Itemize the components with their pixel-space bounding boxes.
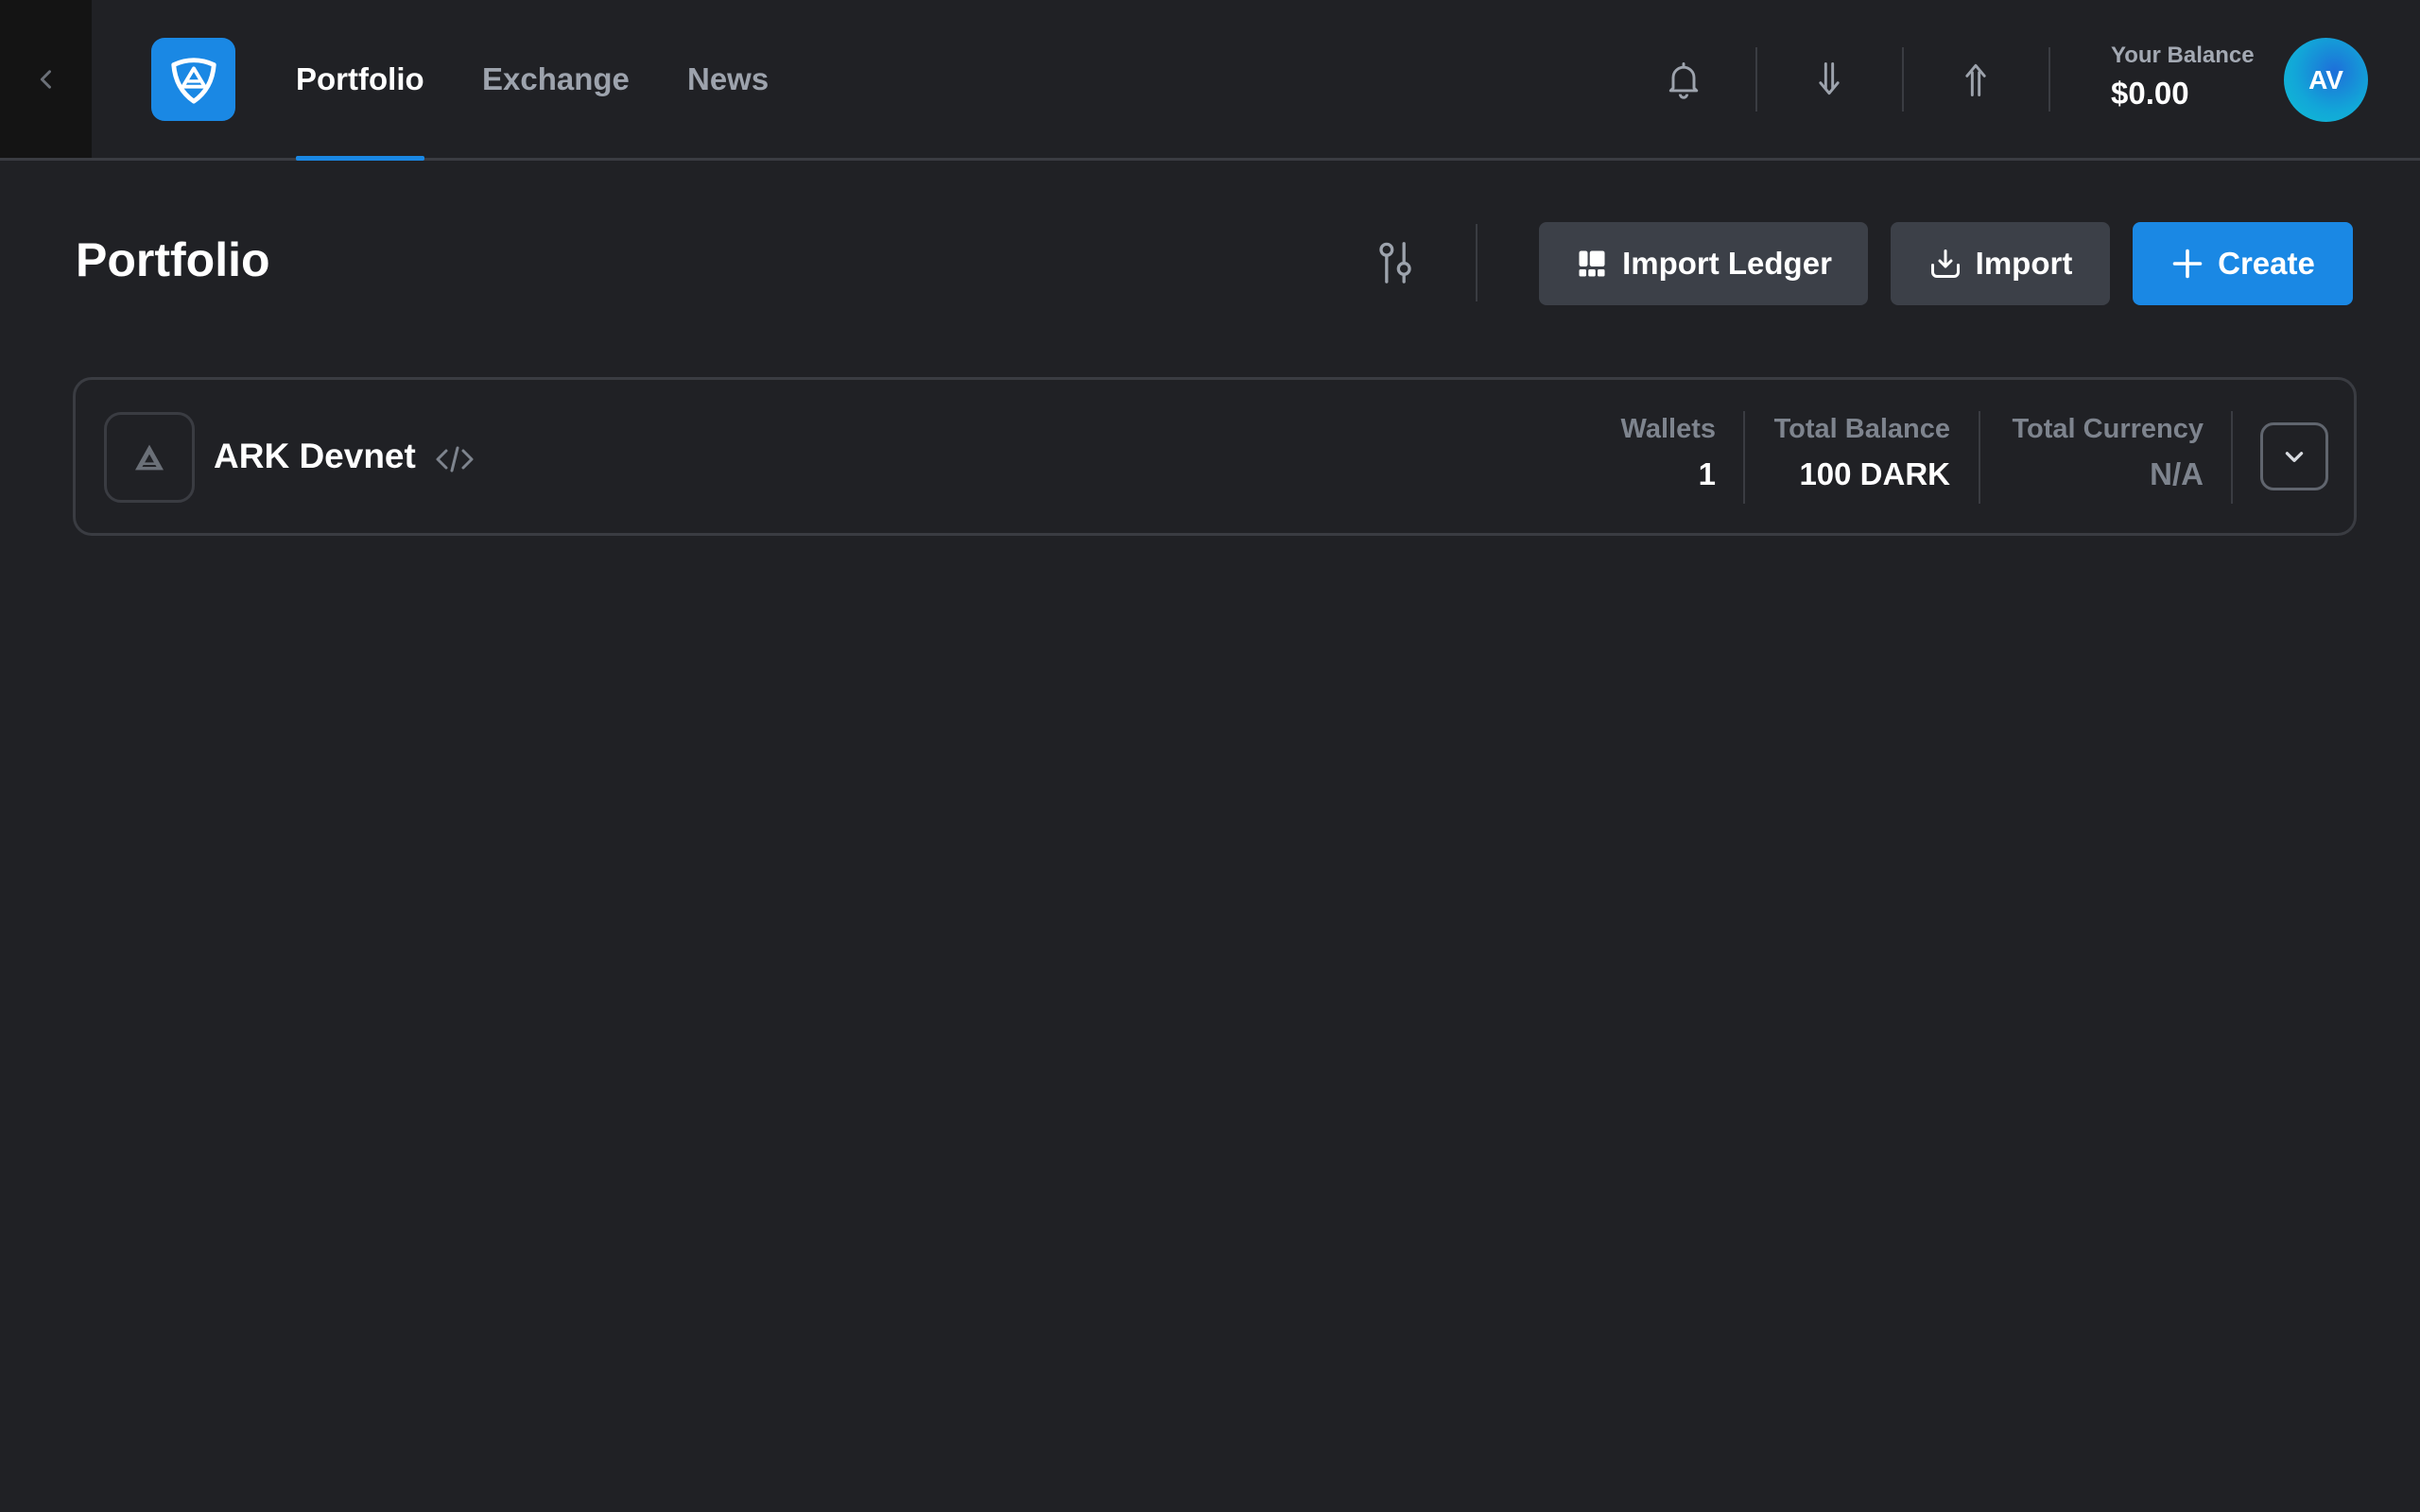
- stat-separator: [2231, 411, 2233, 504]
- stat-total-balance-label: Total Balance: [1773, 414, 1950, 444]
- header-separator: [1476, 224, 1478, 301]
- stat-separator: [1743, 411, 1745, 504]
- app-logo-icon: [170, 58, 216, 104]
- send-arrow-icon: [1965, 63, 1986, 96]
- user-avatar[interactable]: AV: [2284, 38, 2368, 122]
- network-icon-box: [104, 412, 195, 503]
- expand-network-button[interactable]: [2260, 422, 2328, 490]
- tab-exchange[interactable]: Exchange: [482, 0, 630, 158]
- nav-separator: [1755, 47, 1757, 112]
- tab-news[interactable]: News: [687, 0, 769, 158]
- filter-button[interactable]: [1369, 236, 1422, 289]
- avatar-initials: AV: [2308, 64, 2343, 94]
- import-button[interactable]: Import: [1891, 222, 2110, 305]
- stat-total-currency-value: N/A: [2150, 456, 2204, 491]
- stat-separator: [1979, 411, 1980, 504]
- notifications-button[interactable]: [1653, 49, 1714, 110]
- stat-total-currency: Total Currency N/A: [2012, 414, 2204, 492]
- stat-total-currency-label: Total Currency: [2012, 414, 2204, 444]
- import-label: Import: [1975, 246, 2073, 281]
- import-ledger-button[interactable]: Import Ledger: [1539, 222, 1868, 305]
- bell-icon: [1668, 62, 1699, 99]
- network-code-button[interactable]: [433, 438, 476, 480]
- stat-total-balance: Total Balance 100 DARK: [1774, 414, 1950, 492]
- tab-portfolio[interactable]: Portfolio: [296, 0, 424, 161]
- top-navbar: Portfolio Exchange News Your Balance $0.…: [0, 0, 2420, 161]
- page-title: Portfolio: [76, 233, 270, 286]
- ark-logo-icon: [135, 444, 164, 471]
- stat-total-balance-value: 100 DARK: [1799, 456, 1950, 491]
- balance-value: $0.00: [2111, 76, 2189, 111]
- receive-arrow-icon: [1819, 62, 1840, 95]
- chevron-left-icon: [40, 69, 51, 89]
- tab-portfolio-label: Portfolio: [296, 60, 424, 96]
- import-ledger-label: Import Ledger: [1622, 246, 1832, 281]
- import-icon: [1930, 249, 1960, 278]
- stat-wallets: Wallets 1: [1621, 414, 1716, 492]
- create-button[interactable]: Create: [2133, 222, 2353, 305]
- tab-exchange-label: Exchange: [482, 60, 630, 96]
- create-label: Create: [2218, 246, 2315, 281]
- tab-news-label: News: [687, 60, 769, 96]
- code-icon: [436, 446, 474, 472]
- network-name: ARK Devnet: [214, 437, 416, 475]
- app-logo[interactable]: [151, 38, 235, 121]
- sliders-icon: [1379, 242, 1411, 284]
- stat-wallets-label: Wallets: [1620, 414, 1716, 444]
- ledger-icon: [1579, 250, 1605, 277]
- send-button[interactable]: [1945, 49, 2006, 110]
- plus-icon: [2172, 249, 2203, 279]
- receive-button[interactable]: [1799, 49, 1859, 110]
- nav-separator: [1902, 47, 1904, 112]
- chevron-down-icon: [2285, 452, 2304, 462]
- balance-label: Your Balance: [2111, 43, 2255, 68]
- nav-separator: [2048, 47, 2050, 112]
- stat-wallets-value: 1: [1698, 456, 1716, 491]
- back-button[interactable]: [0, 0, 92, 158]
- network-card: ARK Devnet Wallets 1 Total Balance 100 D…: [73, 377, 2357, 536]
